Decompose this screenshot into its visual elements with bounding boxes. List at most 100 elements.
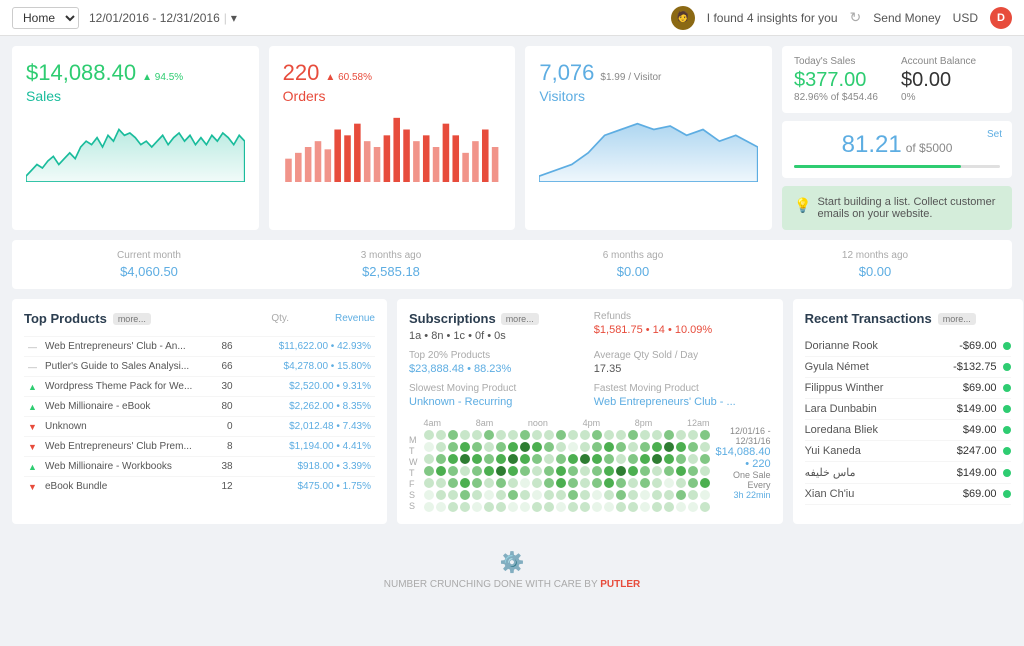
subscriptions-section: Subscriptions more... 1a • 8n • 1c • 0f …: [409, 311, 586, 342]
heatmap-cell: [640, 478, 650, 488]
subscriptions-value: 1a • 8n • 1c • 0f • 0s: [409, 330, 586, 342]
user-initial-avatar[interactable]: D: [990, 7, 1012, 29]
goal-bar-bg: [794, 165, 1000, 168]
heatmap-cell: [472, 478, 482, 488]
trend-cell: —: [24, 357, 41, 377]
heatmap-cell: [580, 490, 590, 500]
heatmap-cell: [448, 490, 458, 500]
heatmap-cell: [628, 502, 638, 512]
refresh-icon[interactable]: ↻: [850, 9, 862, 26]
heatmap-cell: [436, 502, 446, 512]
bulb-icon: 💡: [794, 197, 811, 214]
date-range: 12/01/2016 - 12/31/2016 | ▾: [89, 11, 237, 25]
heatmap-cell: [544, 490, 554, 500]
heatmap-cell: [484, 490, 494, 500]
transaction-status-dot: [1003, 490, 1011, 498]
heatmap-cell: [604, 442, 614, 452]
stats-grid: Subscriptions more... 1a • 8n • 1c • 0f …: [409, 311, 771, 408]
table-row: ▼ eBook Bundle 12 $475.00 • 1.75%: [24, 477, 375, 497]
heatmap-row: [424, 430, 710, 440]
product-name: Putler's Guide to Sales Analysi...: [41, 357, 207, 377]
transaction-row: Filippus Winther $69.00: [805, 378, 1011, 399]
heatmap-cell: [664, 502, 674, 512]
heatmap-cell: [460, 430, 470, 440]
transaction-name: ماس خليفه: [805, 466, 957, 479]
heatmap-day-label: S: [409, 501, 418, 511]
heatmap-cell: [580, 442, 590, 452]
middle-card: Subscriptions more... 1a • 8n • 1c • 0f …: [397, 299, 783, 524]
heatmap-hour-label: 8pm: [635, 418, 653, 428]
transaction-status-dot: [1003, 426, 1011, 434]
product-qty: 86: [207, 337, 237, 357]
account-balance-value: $0.00: [901, 69, 1000, 92]
heatmap-day-label: M: [409, 435, 418, 445]
heatmap-cell: [664, 454, 674, 464]
refunds-label: Refunds: [594, 311, 771, 322]
heatmap-row: [424, 454, 710, 464]
heatmap-cell: [688, 466, 698, 476]
heatmap-cell: [472, 490, 482, 500]
refunds-section: Refunds $1,581.75 • 14 • 10.09%: [594, 311, 771, 342]
table-row: — Putler's Guide to Sales Analysi... 66 …: [24, 357, 375, 377]
heatmap-day-label: T: [409, 446, 418, 456]
heatmap-cell: [652, 430, 662, 440]
heatmap-cell: [544, 430, 554, 440]
home-dropdown[interactable]: Home: [12, 7, 79, 29]
send-money-button[interactable]: Send Money: [873, 11, 940, 25]
top20-label: Top 20% Products: [409, 350, 586, 361]
fastest-label: Fastest Moving Product: [594, 383, 771, 394]
heatmap-cell: [616, 430, 626, 440]
transaction-name: Filippus Winther: [805, 382, 963, 394]
heatmap-cell: [628, 430, 638, 440]
period-1-label: 3 months ago: [270, 250, 512, 261]
heatmap-cell: [664, 490, 674, 500]
heatmap-info: 12/01/16 - 12/31/16 $14,088.40 • 220 One…: [716, 418, 771, 512]
transaction-status-dot: [1003, 405, 1011, 413]
heatmap-cell: [496, 466, 506, 476]
transaction-amount: $69.00: [963, 382, 997, 394]
heatmap-cell: [700, 478, 710, 488]
goal-set-button[interactable]: Set: [987, 129, 1002, 140]
heatmap-cell: [448, 454, 458, 464]
heatmap-cell: [580, 478, 590, 488]
heatmap-cell: [664, 442, 674, 452]
heatmap-cell: [520, 502, 530, 512]
product-name: Unknown: [41, 417, 207, 437]
heatmap-cell: [652, 490, 662, 500]
heatmap-cell: [688, 502, 698, 512]
table-row: ▼ Unknown 0 $2,012.48 • 7.43%: [24, 417, 375, 437]
heatmap-cell: [472, 442, 482, 452]
transactions-title: Recent Transactions: [805, 311, 932, 326]
period-0-value: $4,060.50: [28, 264, 270, 279]
insights-badge[interactable]: I found 4 insights for you: [707, 11, 838, 25]
products-more-button[interactable]: more...: [113, 313, 151, 325]
small-card-row: Today's Sales $377.00 82.96% of $454.46 …: [794, 56, 1000, 103]
trend-cell: ▲: [24, 457, 41, 477]
transaction-status-dot: [1003, 469, 1011, 477]
product-qty: 38: [207, 457, 237, 477]
heatmap-cell: [484, 454, 494, 464]
heatmap-cell: [508, 466, 518, 476]
heatmap-hour-label: noon: [528, 418, 548, 428]
transactions-more-button[interactable]: more...: [938, 313, 976, 325]
top20-value: $23,888.48 • 88.23%: [409, 363, 586, 375]
period-3-value: $0.00: [754, 264, 996, 279]
product-revenue: $2,012.48 • 7.43%: [237, 417, 375, 437]
product-name: Wordpress Theme Pack for We...: [41, 377, 207, 397]
date-dropdown-icon[interactable]: ▾: [231, 11, 237, 25]
visitors-value: 7,076: [539, 60, 594, 86]
today-sales-value: $377.00: [794, 69, 893, 92]
footer: ⚙️ NUMBER CRUNCHING DONE WITH CARE BY PU…: [0, 534, 1024, 606]
orders-trend: ▲ 60.58%: [325, 72, 372, 83]
period-1-value: $2,585.18: [270, 264, 512, 279]
transaction-status-dot: [1003, 342, 1011, 350]
heatmap-cell: [556, 502, 566, 512]
period-2-value: $0.00: [512, 264, 754, 279]
heatmap-cell: [484, 442, 494, 452]
transaction-amount: $247.00: [957, 445, 997, 457]
subscriptions-more-button[interactable]: more...: [501, 313, 539, 325]
heatmap-cell: [496, 490, 506, 500]
heatmap-day-label: F: [409, 479, 418, 489]
orders-label: Orders: [283, 88, 502, 104]
footer-text: NUMBER CRUNCHING DONE WITH CARE BY: [384, 579, 598, 590]
